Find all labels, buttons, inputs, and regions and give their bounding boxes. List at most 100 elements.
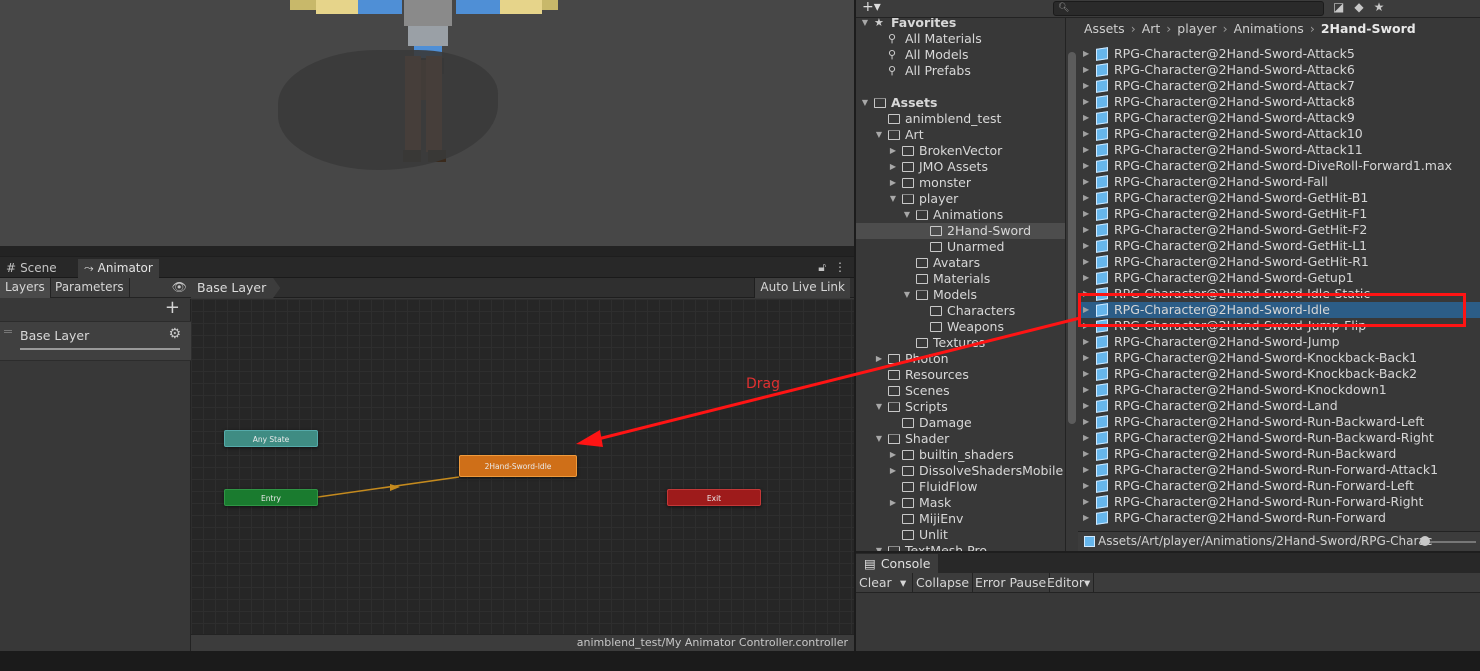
expand-right-icon[interactable]: ▶ <box>1083 158 1089 174</box>
tree-item[interactable]: 2Hand-Sword <box>856 223 1065 239</box>
expand-right-icon[interactable]: ▶ <box>1083 94 1089 110</box>
expand-right-icon[interactable]: ▶ <box>1083 142 1089 158</box>
tree-item[interactable] <box>856 79 1065 95</box>
breadcrumb-item[interactable]: Assets <box>1084 21 1125 39</box>
file-item[interactable]: ▶ RPG-Character@2Hand-Sword-Jump <box>1078 334 1480 350</box>
tree-item[interactable]: Scenes <box>856 383 1065 399</box>
tree-item[interactable]: Damage <box>856 415 1065 431</box>
file-item[interactable]: ▶ RPG-Character@2Hand-Sword-Land <box>1078 398 1480 414</box>
tree-item[interactable]: ▶ DissolveShadersMobile <box>856 463 1065 479</box>
expand-down-icon[interactable]: ▼ <box>874 127 884 143</box>
expand-right-icon[interactable]: ▶ <box>1083 446 1089 462</box>
tree-item[interactable]: ⚲ All Prefabs <box>856 63 1065 79</box>
expand-right-icon[interactable]: ▶ <box>888 447 898 463</box>
expand-right-icon[interactable]: ▶ <box>888 175 898 191</box>
expand-down-icon[interactable]: ▼ <box>888 191 898 207</box>
file-item[interactable]: ▶ RPG-Character@2Hand-Sword-GetHit-F2 <box>1078 222 1480 238</box>
tree-item[interactable]: Materials <box>856 271 1065 287</box>
expand-right-icon[interactable]: ▶ <box>1083 46 1089 62</box>
file-item[interactable]: ▶ RPG-Character@2Hand-Sword-GetHit-F1 <box>1078 206 1480 222</box>
file-item[interactable]: ▶ RPG-Character@2Hand-Sword-Run-Backward-… <box>1078 430 1480 446</box>
tree-item[interactable]: ▶ JMO Assets <box>856 159 1065 175</box>
expand-right-icon[interactable]: ▶ <box>888 463 898 479</box>
file-item[interactable]: ▶ RPG-Character@2Hand-Sword-Knockback-Bac… <box>1078 366 1480 382</box>
file-item[interactable]: ▶ RPG-Character@2Hand-Sword-Fall <box>1078 174 1480 190</box>
tree-scrollbar[interactable] <box>1068 52 1076 424</box>
expand-right-icon[interactable]: ▶ <box>1083 478 1089 494</box>
tree-item[interactable]: Weapons <box>856 319 1065 335</box>
tree-item[interactable]: MijiEnv <box>856 511 1065 527</box>
tree-item[interactable]: ▶ Photon <box>856 351 1065 367</box>
expand-right-icon[interactable]: ▶ <box>1083 238 1089 254</box>
file-item[interactable]: ▶ RPG-Character@2Hand-Sword-GetHit-L1 <box>1078 238 1480 254</box>
file-item[interactable]: ▶ RPG-Character@2Hand-Sword-Run-Backward-… <box>1078 414 1480 430</box>
file-item[interactable]: ▶ RPG-Character@2Hand-Sword-Run-Forward-R… <box>1078 494 1480 510</box>
expand-right-icon[interactable]: ▶ <box>1083 174 1089 190</box>
file-item[interactable]: ▶ RPG-Character@2Hand-Sword-Getup1 <box>1078 270 1480 286</box>
state-idle[interactable]: 2Hand-Sword-Idle <box>459 455 577 477</box>
breadcrumb-item[interactable]: player <box>1177 21 1216 39</box>
file-item[interactable]: ▶ RPG-Character@2Hand-Sword-Attack10 <box>1078 126 1480 142</box>
tree-item[interactable]: ▼ TextMesh Pro <box>856 543 1065 551</box>
breadcrumb-item[interactable]: Art <box>1142 21 1161 39</box>
breadcrumb-item[interactable]: Animations <box>1234 21 1304 39</box>
tree-item[interactable]: ▼ Scripts <box>856 399 1065 415</box>
file-item[interactable]: ▶ RPG-Character@2Hand-Sword-Attack11 <box>1078 142 1480 158</box>
expand-down-icon[interactable]: ▼ <box>902 287 912 303</box>
chevron-down-icon[interactable]: ▾ <box>900 573 906 592</box>
clear-button[interactable]: Clear ▾ <box>856 573 913 593</box>
tree-item[interactable]: ⚲ All Models <box>856 47 1065 63</box>
panel-divider[interactable] <box>0 246 854 256</box>
file-item[interactable]: ▶ RPG-Character@2Hand-Sword-Run-Forward <box>1078 510 1480 526</box>
file-item[interactable]: ▶ RPG-Character@2Hand-Sword-Attack9 <box>1078 110 1480 126</box>
expand-right-icon[interactable]: ▶ <box>1083 414 1089 430</box>
tree-item[interactable]: Characters <box>856 303 1065 319</box>
tree-item[interactable]: FluidFlow <box>856 479 1065 495</box>
tree-item[interactable]: Unlit <box>856 527 1065 543</box>
file-item[interactable]: ▶ RPG-Character@2Hand-Sword-GetHit-R1 <box>1078 254 1480 270</box>
expand-right-icon[interactable]: ▶ <box>1083 110 1089 126</box>
file-item[interactable]: ▶ RPG-Character@2Hand-Sword-Attack8 <box>1078 94 1480 110</box>
auto-live-link-button[interactable]: Auto Live Link <box>754 278 850 298</box>
expand-right-icon[interactable]: ▶ <box>888 143 898 159</box>
expand-right-icon[interactable]: ▶ <box>888 495 898 511</box>
expand-right-icon[interactable]: ▶ <box>1083 430 1089 446</box>
icon-size-slider[interactable] <box>1422 541 1476 543</box>
expand-right-icon[interactable]: ▶ <box>1083 206 1089 222</box>
file-item[interactable]: ▶ RPG-Character@2Hand-Sword-Run-Backward <box>1078 446 1480 462</box>
state-entry[interactable]: Entry <box>224 489 318 506</box>
eye-icon[interactable]: 👁︎ <box>172 280 187 294</box>
tab-console[interactable]: ▤ Console <box>856 554 939 573</box>
file-item[interactable]: ▶ RPG-Character@2Hand-Sword-Attack6 <box>1078 62 1480 78</box>
layers-tab[interactable]: Layers <box>0 278 51 298</box>
tree-item[interactable]: ▶ Mask <box>856 495 1065 511</box>
expand-right-icon[interactable]: ▶ <box>1083 366 1089 382</box>
file-item[interactable]: ▶ RPG-Character@2Hand-Sword-Knockback-Bac… <box>1078 350 1480 366</box>
scene-viewport[interactable] <box>0 0 854 246</box>
tree-item[interactable]: ▼ Shader <box>856 431 1065 447</box>
file-item[interactable]: ▶ RPG-Character@2Hand-Sword-Attack7 <box>1078 78 1480 94</box>
collapse-button[interactable]: Collapse <box>913 573 974 593</box>
expand-down-icon[interactable]: ▼ <box>874 399 884 415</box>
file-item[interactable]: ▶ RPG-Character@2Hand-Sword-Run-Forward-L… <box>1078 478 1480 494</box>
editor-dropdown[interactable]: Editor▾ <box>1044 573 1095 593</box>
tree-item[interactable]: ▼ Models <box>856 287 1065 303</box>
expand-right-icon[interactable]: ▶ <box>874 351 884 367</box>
gear-icon[interactable]: ⚙ <box>168 326 181 342</box>
search-by-type-icon[interactable]: ◪ <box>1333 0 1344 14</box>
expand-right-icon[interactable]: ▶ <box>1083 382 1089 398</box>
parameters-tab[interactable]: Parameters <box>50 278 130 298</box>
tab-scene[interactable]: # Scene <box>0 259 63 278</box>
add-layer-button[interactable]: + <box>165 299 180 317</box>
tree-item[interactable]: Resources <box>856 367 1065 383</box>
state-any-state[interactable]: Any State <box>224 430 318 447</box>
layer-weight-slider[interactable] <box>20 348 180 350</box>
file-item[interactable]: ▶ RPG-Character@2Hand-Sword-Run-Forward-A… <box>1078 462 1480 478</box>
expand-down-icon[interactable]: ▼ <box>874 543 884 551</box>
expand-right-icon[interactable]: ▶ <box>1083 398 1089 414</box>
expand-right-icon[interactable]: ▶ <box>1083 126 1089 142</box>
tree-item[interactable]: Textures <box>856 335 1065 351</box>
expand-right-icon[interactable]: ▶ <box>888 159 898 175</box>
breadcrumb-item[interactable]: 2Hand-Sword <box>1321 21 1416 39</box>
tree-item[interactable]: ▼ Assets <box>856 95 1065 111</box>
